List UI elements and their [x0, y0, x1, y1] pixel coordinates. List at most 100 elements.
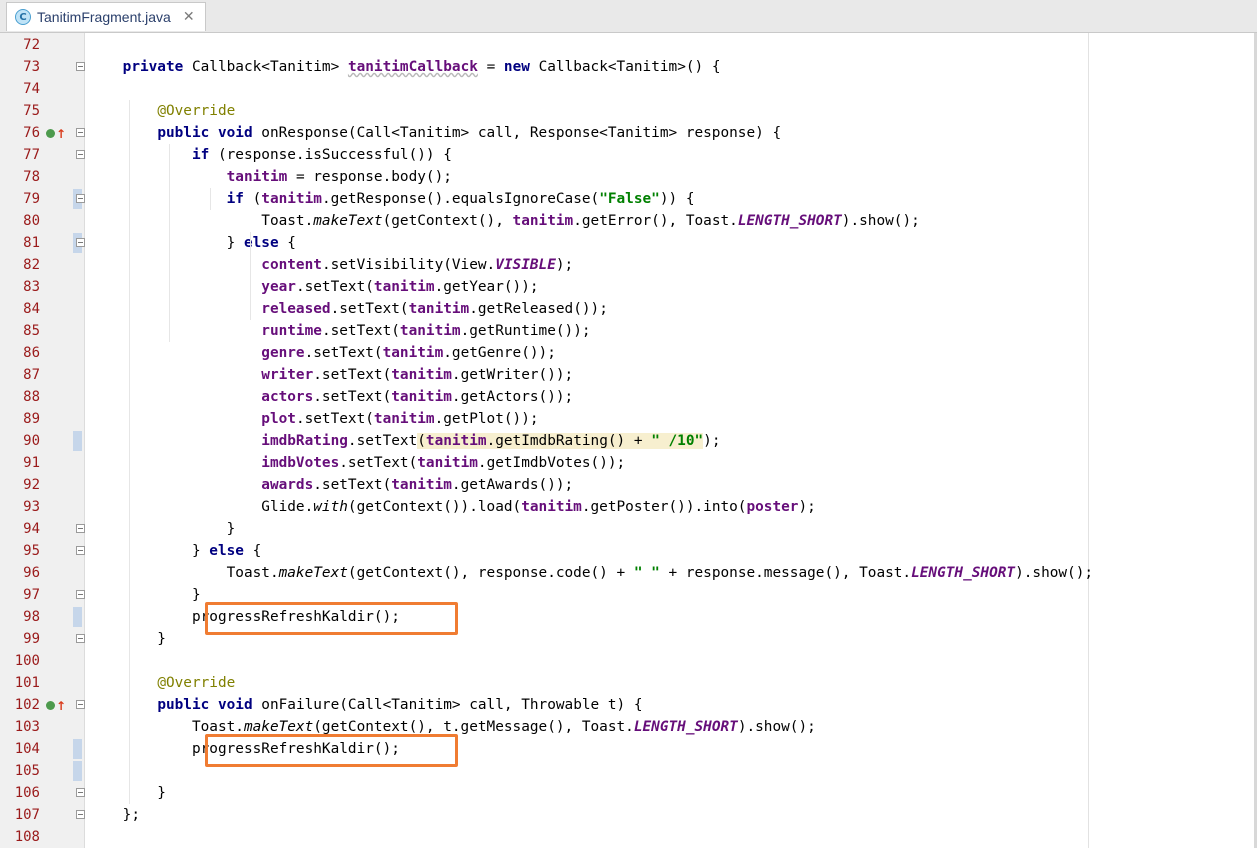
line-number: 97: [23, 587, 40, 603]
fold-toggle-icon[interactable]: [76, 238, 85, 247]
change-marker[interactable]: [73, 739, 82, 759]
code-text: }: [88, 631, 166, 647]
code-text: awards.setText(tanitim.getAwards());: [261, 477, 574, 493]
indent-guide: [169, 144, 170, 342]
code-line[interactable]: 106 }: [0, 782, 1257, 804]
code-text: @Override: [157, 675, 236, 691]
tab-label: TanitimFragment.java: [37, 9, 171, 25]
code-line[interactable]: 96 Toast.makeText(getContext(), response…: [0, 562, 1257, 584]
editor-tab-bar: C TanitimFragment.java ✕: [0, 0, 1257, 33]
code-line[interactable]: 93 Glide.with(getContext()).load(tanitim…: [0, 496, 1257, 518]
fold-toggle-icon[interactable]: [76, 590, 85, 599]
code-line[interactable]: 85 runtime.setText(tanitim.getRuntime())…: [0, 320, 1257, 342]
line-number: 103: [14, 719, 40, 735]
change-marker[interactable]: [73, 607, 82, 627]
code-line[interactable]: 101 @Override: [0, 672, 1257, 694]
code-line[interactable]: 82 content.setVisibility(View.VISIBLE);: [0, 254, 1257, 276]
indent-guide: [250, 232, 251, 320]
change-marker[interactable]: [73, 761, 82, 781]
code-line[interactable]: 107 };: [0, 804, 1257, 826]
line-number: 89: [23, 411, 40, 427]
line-number: 86: [23, 345, 40, 361]
code-text: if (response.isSuccessful()) {: [191, 147, 452, 163]
code-line[interactable]: 98 progressRefreshKaldir();: [0, 606, 1257, 628]
line-number: 91: [23, 455, 40, 471]
code-text: };: [88, 807, 140, 823]
code-line[interactable]: 103 Toast.makeText(getContext(), t.getMe…: [0, 716, 1257, 738]
code-line[interactable]: 91 imdbVotes.setText(tanitim.getImdbVote…: [0, 452, 1257, 474]
line-number: 105: [14, 763, 40, 779]
line-number: 77: [23, 147, 40, 163]
code-line[interactable]: 88 actors.setText(tanitim.getActors());: [0, 386, 1257, 408]
fold-toggle-icon[interactable]: [76, 788, 85, 797]
line-number: 90: [23, 433, 40, 449]
code-line[interactable]: 79 if (tanitim.getResponse().equalsIgnor…: [0, 188, 1257, 210]
code-line[interactable]: 104 progressRefreshKaldir();: [0, 738, 1257, 760]
line-number: 101: [14, 675, 40, 691]
fold-toggle-icon[interactable]: [76, 524, 85, 533]
fold-toggle-icon[interactable]: [76, 150, 85, 159]
close-icon[interactable]: ✕: [183, 9, 195, 25]
fold-toggle-icon[interactable]: [76, 128, 85, 137]
code-line[interactable]: 83 year.setText(tanitim.getYear());: [0, 276, 1257, 298]
fold-toggle-icon[interactable]: [76, 810, 85, 819]
code-line[interactable]: 94 }: [0, 518, 1257, 540]
code-line[interactable]: 86 genre.setText(tanitim.getGenre());: [0, 342, 1257, 364]
override-marker-icon[interactable]: ↑: [46, 126, 66, 141]
code-text: }: [88, 587, 201, 603]
line-number: 96: [23, 565, 40, 581]
code-line[interactable]: 80 Toast.makeText(getContext(), tanitim.…: [0, 210, 1257, 232]
fold-toggle-icon[interactable]: [76, 700, 85, 709]
code-text: runtime.setText(tanitim.getRuntime());: [261, 323, 591, 339]
code-text: private Callback<Tanitim> tanitimCallbac…: [122, 59, 721, 75]
line-number: 95: [23, 543, 40, 559]
code-line[interactable]: 74: [0, 78, 1257, 100]
code-line[interactable]: 72: [0, 34, 1257, 56]
fold-toggle-icon[interactable]: [76, 194, 85, 203]
fold-toggle-icon[interactable]: [76, 62, 85, 71]
highlight-box-line-98: [205, 602, 458, 635]
code-text: } else {: [88, 543, 262, 559]
line-number: 104: [14, 741, 40, 757]
code-text: released.setText(tanitim.getReleased());: [261, 301, 608, 317]
code-editor[interactable]: 72 73 private Callback<Tanitim> tanitimCa…: [0, 33, 1257, 848]
code-text: imdbRating.setText(tanitim.getImdbRating…: [261, 433, 721, 449]
code-line[interactable]: 73 private Callback<Tanitim> tanitimCall…: [0, 56, 1257, 78]
code-line[interactable]: 92 awards.setText(tanitim.getAwards());: [0, 474, 1257, 496]
code-line[interactable]: 108: [0, 826, 1257, 848]
code-line[interactable]: 75 @Override: [0, 100, 1257, 122]
line-number: 92: [23, 477, 40, 493]
code-text: genre.setText(tanitim.getGenre());: [261, 345, 556, 361]
code-text: Glide.with(getContext()).load(tanitim.ge…: [88, 499, 816, 515]
tab-tanitimfragment[interactable]: C TanitimFragment.java ✕: [6, 2, 206, 31]
code-line[interactable]: 89 plot.setText(tanitim.getPlot());: [0, 408, 1257, 430]
line-number: 80: [23, 213, 40, 229]
code-line[interactable]: 81 } else {: [0, 232, 1257, 254]
change-marker[interactable]: [73, 431, 82, 451]
code-line[interactable]: 105: [0, 760, 1257, 782]
code-line[interactable]: 76 ↑ public void onResponse(Call<Tanitim>…: [0, 122, 1257, 144]
line-number: 85: [23, 323, 40, 339]
code-text: public void onResponse(Call<Tanitim> cal…: [157, 125, 782, 141]
code-text: actors.setText(tanitim.getActors());: [261, 389, 574, 405]
line-number: 79: [23, 191, 40, 207]
override-marker-icon[interactable]: ↑: [46, 698, 66, 713]
code-line[interactable]: 77 if (response.isSuccessful()) {: [0, 144, 1257, 166]
line-number: 82: [23, 257, 40, 273]
code-line[interactable]: 87 writer.setText(tanitim.getWriter());: [0, 364, 1257, 386]
fold-toggle-icon[interactable]: [76, 546, 85, 555]
fold-toggle-icon[interactable]: [76, 634, 85, 643]
line-number: 102: [14, 697, 40, 713]
code-line[interactable]: 84 released.setText(tanitim.getReleased(…: [0, 298, 1257, 320]
code-line[interactable]: 78 tanitim = response.body();: [0, 166, 1257, 188]
code-line[interactable]: 95 } else {: [0, 540, 1257, 562]
code-line[interactable]: 102 ↑ public void onFailure(Call<Tanitim>…: [0, 694, 1257, 716]
code-line[interactable]: 99 }: [0, 628, 1257, 650]
line-number: 88: [23, 389, 40, 405]
code-line[interactable]: 90 imdbRating.setText(tanitim.getImdbRat…: [0, 430, 1257, 452]
line-number: 73: [23, 59, 40, 75]
code-line[interactable]: 97 }: [0, 584, 1257, 606]
code-line[interactable]: 100: [0, 650, 1257, 672]
code-text: @Override: [157, 103, 236, 119]
line-number: 94: [23, 521, 40, 537]
